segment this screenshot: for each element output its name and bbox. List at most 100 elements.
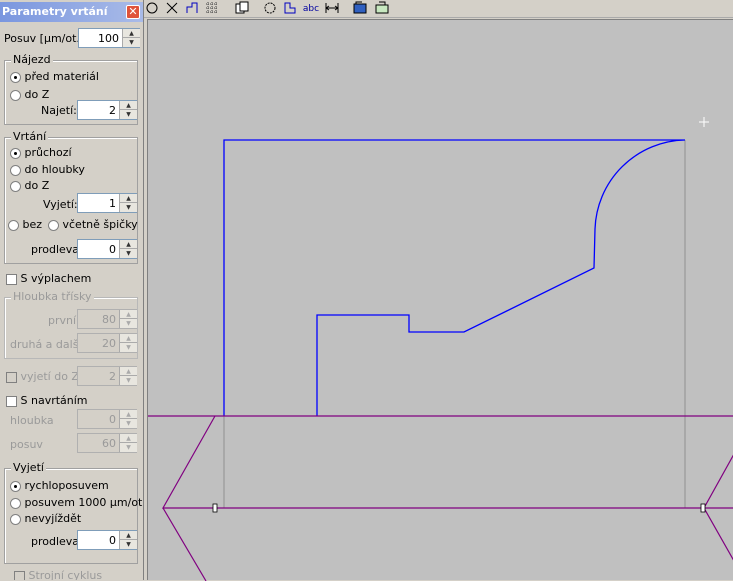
radio-icon[interactable] <box>10 164 21 176</box>
vrtani-option-do-z[interactable]: do Z <box>10 179 49 192</box>
stepper-up-icon[interactable]: ▲ <box>120 194 137 203</box>
prvni-label: první <box>48 314 77 327</box>
stepper-down-icon: ▼ <box>120 419 137 428</box>
drawing-svg <box>148 117 733 581</box>
stepper-up-icon[interactable]: ▲ <box>120 531 137 540</box>
vyjeti-prodleva-label: prodleva <box>31 535 80 548</box>
part-contour <box>223 139 686 416</box>
stepper-up-icon: ▲ <box>120 334 137 343</box>
stepper-down-icon[interactable]: ▼ <box>123 38 140 47</box>
radio-selected-icon[interactable] <box>10 147 21 159</box>
polyline-tool-icon[interactable] <box>184 1 200 17</box>
drawing-toolbar: abc <box>144 0 733 18</box>
checkbox-icon <box>14 570 25 580</box>
najeti-value: 2 <box>109 104 116 117</box>
vyjeti-option-rychloposuvem[interactable]: rychloposuvem <box>10 479 109 492</box>
najezd-option-pred-material[interactable]: před materiál <box>10 70 99 83</box>
stepper-up-icon[interactable]: ▲ <box>120 101 137 110</box>
panel-titlebar: Parametry vrtání ✕ <box>0 2 143 22</box>
fill-tool-icon[interactable] <box>352 1 368 17</box>
panel-title: Parametry vrtání <box>2 5 108 18</box>
posuv-label: Posuv [µm/ot.] <box>4 32 85 45</box>
najeti-stepper[interactable]: 2 ▲ ▼ <box>77 100 137 120</box>
posuv-value: 100 <box>98 32 119 45</box>
checkbox-icon[interactable] <box>6 273 17 285</box>
posuv-stepper[interactable]: 100 ▲ ▼ <box>78 28 140 48</box>
stepper-up-icon: ▲ <box>120 310 137 319</box>
crosshair-cursor-icon <box>699 117 709 127</box>
drilling-parameters-panel: Parametry vrtání ✕ Posuv [µm/ot.] 100 ▲ ▼… <box>0 0 144 580</box>
prodleva-label: prodleva <box>31 243 80 256</box>
stepper-down-icon[interactable]: ▼ <box>120 203 137 212</box>
stepper-down-icon: ▼ <box>120 319 137 328</box>
prodleva-stepper[interactable]: 0 ▲ ▼ <box>77 239 137 259</box>
stepper-down-icon[interactable]: ▼ <box>120 540 137 549</box>
checkbox-icon[interactable] <box>6 395 17 407</box>
druha-stepper: 20 ▲ ▼ <box>77 333 137 353</box>
radio-icon[interactable] <box>48 219 59 231</box>
export-tool-icon[interactable] <box>374 1 390 17</box>
radio-selected-icon[interactable] <box>10 71 21 83</box>
vyplach-checkbox[interactable]: S výplachem <box>6 272 91 285</box>
radio-icon[interactable] <box>10 180 21 192</box>
stepper-down-icon: ▼ <box>120 443 137 452</box>
stock-outline-thin <box>223 140 686 508</box>
radio-icon[interactable] <box>8 219 19 231</box>
vyjeti-prodleva-value: 0 <box>109 534 116 547</box>
navrtani-posuv-stepper: 60 ▲ ▼ <box>77 433 137 453</box>
checkbox-icon <box>6 371 17 383</box>
close-icon[interactable]: ✕ <box>126 5 140 19</box>
prvni-stepper: 80 ▲ ▼ <box>77 309 137 329</box>
grid-tool-icon[interactable] <box>204 1 220 17</box>
cross-tool-icon[interactable] <box>164 1 180 17</box>
drawing-canvas[interactable] <box>147 19 733 581</box>
vrtani-option-pruchozi[interactable]: průchozí <box>10 146 72 159</box>
stock-outline <box>148 415 733 581</box>
navrtani-checkbox[interactable]: S navrtáním <box>6 394 88 407</box>
text-tool-icon[interactable]: abc <box>302 1 320 17</box>
copy-tool-icon[interactable] <box>234 1 250 17</box>
navrtani-hloubka-stepper: 0 ▲ ▼ <box>77 409 137 429</box>
vyjeti-do-z-stepper: 2 ▲ ▼ <box>77 366 137 386</box>
vyjeti-prodleva-stepper[interactable]: 0 ▲ ▼ <box>77 530 137 550</box>
navrtani-posuv-label: posuv <box>10 438 43 451</box>
stepper-up-icon: ▲ <box>120 410 137 419</box>
vyjeti-option-nevyjizdet[interactable]: nevyjíždět <box>10 512 81 525</box>
stepper-down-icon: ▼ <box>120 343 137 352</box>
vyjeti-title: Vyjetí <box>11 461 46 474</box>
vyjeti-label: Vyjetí: <box>43 198 78 211</box>
dimension-tool-icon[interactable] <box>324 1 340 17</box>
circle-tool-icon[interactable] <box>144 1 160 17</box>
left-marker-icon <box>212 503 218 513</box>
stepper-up-icon[interactable]: ▲ <box>120 240 137 249</box>
radio-selected-icon[interactable] <box>10 480 21 492</box>
vyjeti-stepper[interactable]: 1 ▲ ▼ <box>77 193 137 213</box>
prodleva-value: 0 <box>109 243 116 256</box>
radio-icon[interactable] <box>10 89 21 101</box>
najeti-label: Najetí: <box>41 104 77 117</box>
stepper-down-icon[interactable]: ▼ <box>120 110 137 119</box>
stroji-cyklus-checkbox: Strojní cyklus <box>14 569 102 580</box>
tip-option-vcetne-spicky[interactable]: včetně špičky <box>48 218 138 231</box>
vyjeti-option-posuvem[interactable]: posuvem 1000 µm/ot. <box>10 496 143 509</box>
stepper-up-icon[interactable]: ▲ <box>123 29 140 38</box>
vrtani-option-do-hloubky[interactable]: do hloubky <box>10 163 85 176</box>
najezd-title: Nájezd <box>11 53 53 66</box>
stepper-up-icon: ▲ <box>120 434 137 443</box>
right-marker-icon <box>700 503 706 513</box>
radio-icon[interactable] <box>10 497 21 509</box>
stepper-down-icon: ▼ <box>120 376 137 385</box>
najezd-option-do-z[interactable]: do Z <box>10 88 49 101</box>
druha-label: druhá a další <box>10 338 82 351</box>
vyjeti-do-z-checkbox: vyjetí do Z <box>6 370 79 383</box>
shape-tool-icon[interactable] <box>282 1 298 17</box>
tip-option-bez[interactable]: bez <box>8 218 42 231</box>
stepper-up-icon: ▲ <box>120 367 137 376</box>
radio-icon[interactable] <box>10 513 21 525</box>
vyjeti-value: 1 <box>109 197 116 210</box>
stepper-down-icon[interactable]: ▼ <box>120 249 137 258</box>
hloubka-trisky-title: Hloubka třísky <box>11 290 94 303</box>
vrtani-title: Vrtání <box>11 130 49 143</box>
navrtani-hloubka-label: hloubka <box>10 414 54 427</box>
rotate-tool-icon[interactable] <box>262 1 278 17</box>
